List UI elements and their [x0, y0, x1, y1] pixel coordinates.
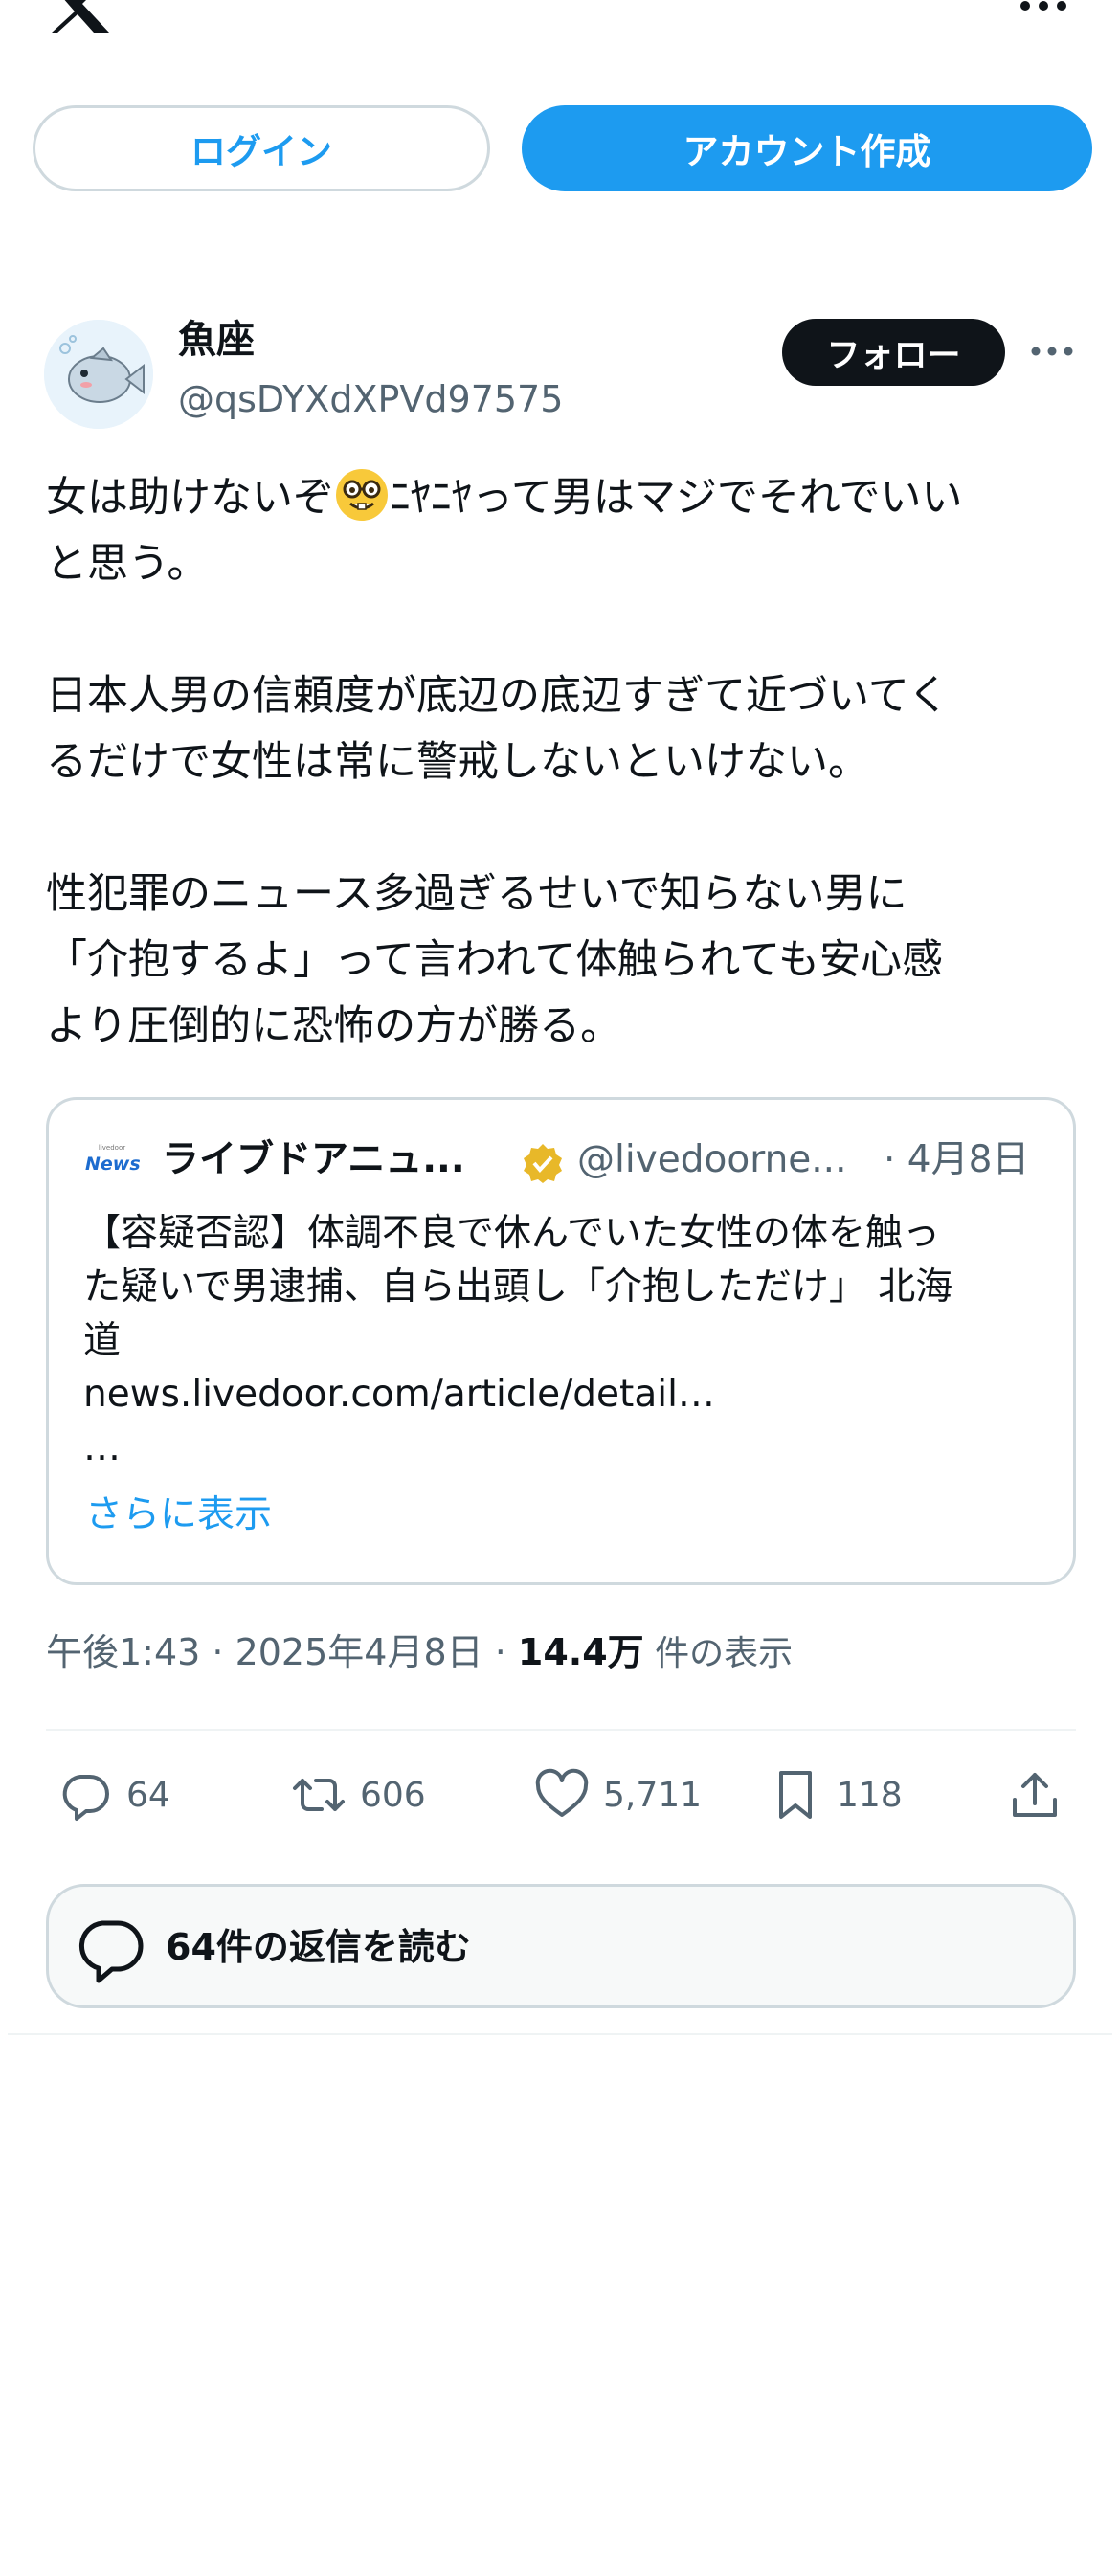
author-name[interactable]: 魚座	[178, 316, 255, 364]
reply-count: 64	[126, 1775, 170, 1815]
bookmark-count: 118	[837, 1775, 903, 1815]
avatar[interactable]	[44, 320, 153, 429]
views-count: 14.4万	[517, 1631, 644, 1673]
reply-button[interactable]: 64	[57, 1761, 170, 1828]
nerd-face-emoji-icon	[336, 469, 388, 521]
quoted-tweet-text: 【容疑否認】体調不良で休んでいた女性の体を触っ た疑いで男逮捕、自ら出頭し「介抱…	[83, 1212, 953, 1469]
share-button[interactable]	[1007, 1761, 1076, 1828]
quoted-tweet-card[interactable]: livedoor News ライブドアニュ... @livedoorne... …	[46, 1097, 1076, 1585]
bottom-divider	[8, 2033, 1112, 2035]
quoted-author-name: ライブドアニュ...	[162, 1138, 465, 1181]
verified-badge-icon	[524, 1144, 562, 1183]
retweet-icon	[293, 1779, 345, 1811]
read-replies-label: 64件の返信を読む	[166, 1926, 471, 1968]
reply-icon	[62, 1775, 109, 1821]
quoted-author-handle: @livedoorne...	[577, 1138, 847, 1181]
bookmark-button[interactable]: 118	[768, 1761, 903, 1828]
x-logo-icon[interactable]	[46, 0, 111, 33]
top-bar	[0, 0, 1120, 57]
tweet-text-part1: 女は助けないぞ	[46, 474, 334, 522]
show-more-link[interactable]: さらに表示	[85, 1489, 272, 1542]
create-account-button[interactable]: アカウント作成	[522, 105, 1092, 191]
reply-icon	[78, 1920, 144, 1983]
quoted-date: · 4月8日	[884, 1138, 1030, 1181]
fish-avatar-image	[44, 320, 153, 429]
logo-small-text: livedoor	[98, 1144, 126, 1152]
heart-icon	[535, 1768, 589, 1817]
share-icon	[1013, 1773, 1057, 1817]
tweet-text-part2: ﾆﾔﾆﾔって男はマジでそれでいい と思う。 日本人男の信頼度が底辺の底辺すぎて近…	[46, 474, 963, 1050]
follow-button[interactable]: フォロー	[782, 319, 1005, 386]
retweet-button[interactable]: 606	[291, 1761, 426, 1828]
logo-main-text: News	[85, 1154, 141, 1175]
divider	[46, 1729, 1076, 1731]
read-replies-button[interactable]: 64件の返信を読む	[46, 1884, 1076, 2008]
views-label: 件の表示	[643, 1634, 794, 1673]
like-count: 5,711	[603, 1775, 703, 1815]
retweet-count: 606	[360, 1775, 426, 1815]
tweet-metadata: 午後1:43 · 2025年4月8日 · 14.4万 件の表示	[46, 1627, 793, 1679]
tweet-text: 女は助けないぞ ﾆﾔﾆﾔって男はマジでそれでいい と思う。 日本人男の信頼度が底…	[46, 465, 1085, 1060]
more-horizontal-icon[interactable]	[1030, 345, 1074, 358]
action-bar: 64 606 5,711 118	[0, 1761, 1120, 1828]
timestamp[interactable]: 午後1:43 · 2025年4月8日 ·	[46, 1631, 518, 1673]
like-button[interactable]: 5,711	[534, 1761, 702, 1828]
livedoor-news-logo: livedoor News	[85, 1144, 141, 1182]
bookmark-icon	[779, 1771, 812, 1819]
login-button[interactable]: ログイン	[33, 105, 490, 191]
more-horizontal-icon[interactable]	[1019, 0, 1068, 15]
author-handle[interactable]: @qsDYXdXPVd97575	[178, 377, 563, 421]
